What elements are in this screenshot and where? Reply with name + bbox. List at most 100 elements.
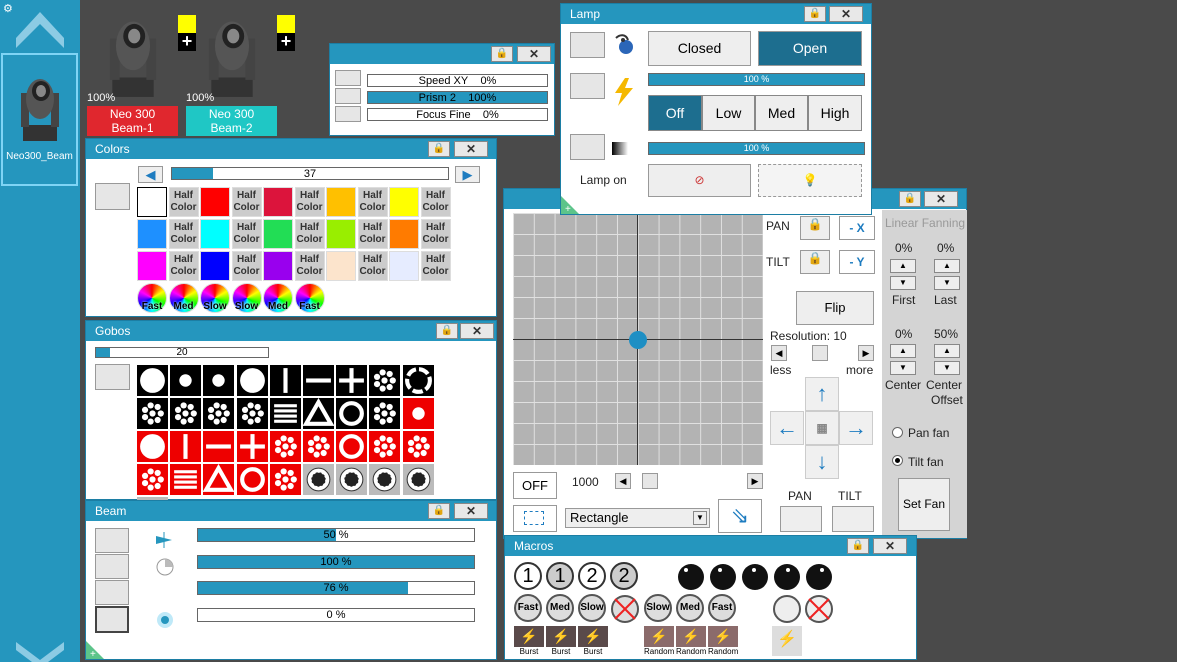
dimmer-macro-button[interactable] [708, 562, 738, 592]
speed-more-button[interactable]: ▶ [747, 473, 763, 489]
prism-2-slider[interactable]: Prism 2 100% [367, 91, 548, 104]
gobo-button[interactable] [303, 464, 334, 495]
dimmer-reset-button[interactable] [570, 134, 605, 160]
window-titlebar[interactable]: 🔒 ✕ [330, 44, 554, 64]
gobo-button[interactable] [303, 365, 334, 396]
lock-icon[interactable]: 🔒 [491, 46, 513, 62]
gobo-button[interactable] [203, 431, 235, 462]
color-wheel-slider[interactable]: 37 [171, 167, 449, 180]
half-color-button[interactable]: Half Color [357, 251, 388, 281]
gobo-button[interactable] [336, 431, 368, 462]
macro-number-button[interactable]: 2 [578, 562, 608, 592]
gobo-button[interactable] [137, 464, 168, 495]
gobo-button[interactable] [236, 431, 268, 462]
burst-macro-button[interactable]: ⚡ Burst [546, 626, 576, 656]
color-swatch[interactable] [263, 187, 293, 217]
pan-fan-radio[interactable] [892, 427, 903, 438]
center-up-button[interactable]: ▲ [890, 344, 916, 358]
offset-up-button[interactable]: ▲ [934, 344, 960, 358]
gobo-button[interactable] [336, 398, 368, 429]
focus-slider[interactable]: 76 % [197, 581, 475, 595]
gobo-button[interactable] [369, 398, 401, 429]
mode-med-button[interactable]: Med [755, 95, 808, 131]
color-swatch[interactable] [200, 251, 230, 281]
color-swatch[interactable] [137, 219, 167, 249]
first-down-button[interactable]: ▼ [890, 276, 916, 290]
dimmer-macro-button[interactable] [804, 562, 834, 592]
pan-lock-button[interactable]: 🔒 [800, 216, 830, 240]
close-button[interactable]: ✕ [454, 141, 488, 157]
lock-icon[interactable]: 🔒 [847, 538, 869, 554]
gobo-button[interactable] [137, 431, 168, 462]
color-swatch[interactable] [263, 251, 293, 281]
speed-macro-button[interactable]: Med [676, 594, 706, 624]
color-wheel-rotate-button[interactable]: Slow [231, 283, 262, 313]
half-color-button[interactable]: Half Color [294, 251, 325, 281]
gobo-button[interactable] [402, 398, 434, 429]
color-swatch[interactable] [389, 219, 419, 249]
color-wheel-rotate-button[interactable]: Med [263, 283, 293, 313]
half-color-button[interactable]: Half Color [231, 187, 262, 217]
gobo-button[interactable] [303, 431, 334, 462]
color-swatch[interactable] [389, 187, 419, 217]
burst-macro-button[interactable]: ⚡ Burst [514, 626, 544, 656]
color-swatch[interactable] [326, 219, 356, 249]
color-swatch[interactable] [200, 187, 230, 217]
speed-macro-button[interactable]: Slow [578, 594, 608, 624]
gobo-button[interactable] [402, 365, 434, 396]
color-wheel-rotate-button[interactable]: Med [168, 283, 199, 313]
last-up-button[interactable]: ▲ [934, 259, 960, 273]
gobo-button[interactable] [236, 365, 268, 396]
gobo-button[interactable] [402, 464, 434, 495]
color-swatch[interactable] [326, 251, 356, 281]
pantilt-cursor[interactable] [629, 331, 647, 349]
gobo-reset-button[interactable] [95, 364, 130, 390]
gobo-button[interactable] [402, 431, 434, 462]
beam-reset-button[interactable] [95, 606, 129, 633]
invert-x-button[interactable]: - X [839, 216, 875, 240]
speed-macro-button[interactable]: Fast [514, 594, 544, 624]
dimmer-macro-button[interactable] [676, 562, 706, 592]
scroll-up-icon[interactable] [14, 10, 66, 50]
close-button[interactable]: ✕ [517, 46, 551, 62]
move-left-icon[interactable]: ← [770, 411, 804, 445]
center-down-button[interactable]: ▼ [890, 361, 916, 375]
gobo-button[interactable] [203, 365, 235, 396]
gobo-button[interactable] [269, 398, 301, 429]
close-button[interactable]: ✕ [460, 323, 494, 339]
pantilt-grid[interactable] [513, 213, 763, 465]
random-macro-button[interactable]: ⚡ Random [676, 626, 706, 656]
fine-reset-button[interactable] [335, 70, 361, 86]
move-right-icon[interactable]: → [839, 411, 873, 445]
flip-button[interactable]: Flip [796, 291, 874, 325]
gobo-button[interactable] [202, 463, 235, 495]
circle-macro-button[interactable] [772, 594, 802, 624]
move-up-icon[interactable]: ↑ [805, 377, 839, 411]
macro-number-button[interactable]: 1 [546, 562, 576, 592]
tilt-fan-radio[interactable] [892, 455, 903, 466]
color-reset-button[interactable] [95, 183, 130, 210]
macro-number-button[interactable]: 2 [610, 562, 640, 592]
gobo-button[interactable] [170, 398, 202, 429]
gobo-button[interactable] [137, 365, 168, 396]
zoom-slider[interactable]: 50 % [197, 528, 475, 542]
half-color-button[interactable]: Half Color [168, 251, 199, 281]
dimmer-macro-button[interactable] [740, 562, 770, 592]
gobo-button[interactable] [269, 431, 301, 462]
lock-icon[interactable]: 🔒 [899, 191, 921, 207]
gear-icon[interactable]: ⚙ [3, 2, 13, 15]
fixture-tile-neo300-beam[interactable]: Neo300_Beam [1, 53, 78, 186]
close-button[interactable]: ✕ [829, 6, 863, 22]
burst-macro-button[interactable]: ⚡ Burst [578, 626, 608, 656]
speed-macro-button[interactable]: Med [546, 594, 576, 624]
half-color-button[interactable]: Half Color [231, 219, 262, 249]
color-swatch[interactable] [326, 187, 356, 217]
close-button[interactable]: ✕ [924, 191, 958, 207]
dimmer-slider[interactable]: 100 % [648, 142, 865, 155]
half-color-button[interactable]: Half Color [357, 219, 388, 249]
fine-reset-button[interactable] [335, 88, 361, 104]
gobo-button[interactable] [302, 397, 335, 429]
dimmer-macro-button[interactable] [772, 562, 802, 592]
color-swatch[interactable] [263, 219, 293, 249]
gobo-button[interactable] [203, 398, 235, 429]
